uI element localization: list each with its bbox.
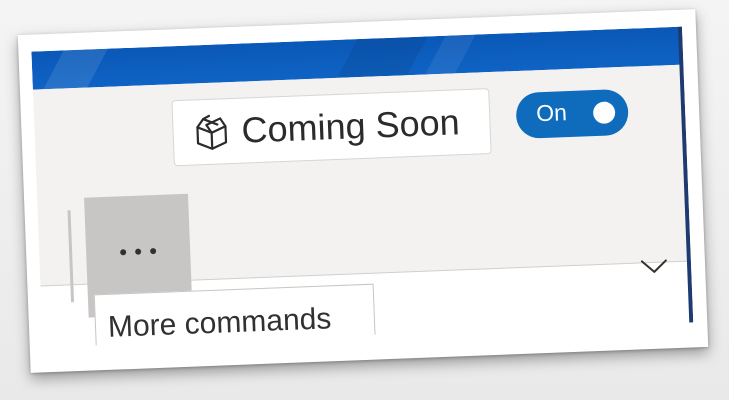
gift-box-icon — [196, 114, 228, 150]
ribbon-divider — [67, 210, 75, 303]
coming-soon-button[interactable]: Coming Soon — [171, 88, 492, 167]
toggle-knob — [592, 101, 616, 125]
ribbon: Coming Soon On — [32, 64, 691, 318]
title-bar-pattern — [31, 38, 114, 90]
coming-soon-toggle[interactable]: On — [515, 88, 630, 140]
coming-soon-label: Coming Soon — [240, 101, 461, 151]
chevron-down-icon[interactable] — [639, 255, 670, 276]
screenshot-card: Coming Soon On More commands — [17, 9, 709, 373]
toggle-label: On — [535, 99, 568, 127]
ellipsis-icon — [120, 247, 157, 256]
more-commands-tooltip: More commands — [93, 283, 377, 348]
app-window: Coming Soon On More commands — [31, 26, 694, 348]
